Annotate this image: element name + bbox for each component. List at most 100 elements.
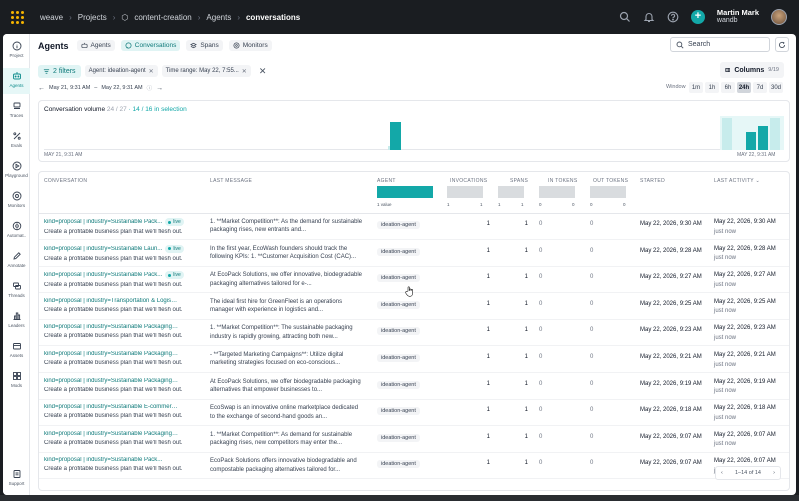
breadcrumb-agents[interactable]: Agents bbox=[206, 13, 231, 22]
tab-conversations[interactable]: Conversations bbox=[120, 40, 181, 51]
breadcrumb-project[interactable]: content-creation bbox=[134, 13, 191, 22]
agent-tag[interactable]: ideation-agent bbox=[377, 221, 420, 229]
agent-tag[interactable]: ideation-agent bbox=[377, 354, 420, 362]
col-last-message[interactable]: LAST MESSAGE bbox=[210, 178, 252, 184]
conversation-link[interactable]: kind=proposal | industry=Sustainable Pac… bbox=[44, 351, 178, 357]
agent-tag[interactable]: ideation-agent bbox=[377, 300, 420, 309]
chevron-left-icon[interactable]: ‹ bbox=[721, 470, 723, 476]
user-menu[interactable]: Martin Mark wandb bbox=[717, 8, 759, 26]
conversation-link[interactable]: kind=proposal | industry=Sustainable Pac… bbox=[44, 272, 162, 278]
agent-facet-bar[interactable] bbox=[377, 186, 433, 198]
filter-chip-time-range[interactable]: Time range: May 22, 7:55... ✕ bbox=[161, 65, 251, 77]
window-1m-button[interactable]: 1m bbox=[689, 82, 703, 93]
table-row[interactable]: kind=proposal | industry=Sustainable Pac… bbox=[39, 427, 789, 453]
sidebar-item-monitors[interactable]: Monitors bbox=[3, 188, 30, 214]
conversation-link[interactable]: kind=proposal | industry=Transportation … bbox=[44, 298, 178, 304]
range-start[interactable]: May 21, 9:31 AM bbox=[49, 85, 90, 91]
out-tokens-facet-bar[interactable] bbox=[590, 186, 626, 198]
sidebar-item-automations[interactable]: Automat.. bbox=[3, 218, 30, 244]
sidebar-item-traces[interactable]: Traces bbox=[3, 98, 30, 124]
sidebar-item-annotate[interactable]: Annotate bbox=[3, 248, 30, 274]
filters-button[interactable]: 2 filters bbox=[38, 64, 81, 78]
sidebar-item-threads[interactable]: Threads bbox=[3, 278, 30, 304]
sidebar-item-agents[interactable]: Agents bbox=[3, 68, 30, 94]
agent-tag[interactable]: ideation-agent bbox=[377, 327, 420, 336]
tab-agents[interactable]: Agents bbox=[76, 40, 115, 51]
table-row[interactable]: kind=proposal | industry=Sustainable Pac… bbox=[39, 453, 789, 480]
window-1h-button[interactable]: 1h bbox=[705, 82, 719, 93]
conversation-link[interactable]: kind=proposal | industry=Sustainable E-c… bbox=[44, 404, 178, 410]
help-icon[interactable] bbox=[667, 11, 679, 23]
bell-icon[interactable] bbox=[643, 11, 655, 23]
search-input[interactable]: Search bbox=[670, 37, 770, 52]
search-icon[interactable] bbox=[619, 11, 631, 23]
columns-button[interactable]: Columns 9/19 bbox=[720, 62, 784, 78]
col-spans[interactable]: SPANS bbox=[510, 178, 528, 184]
col-last-activity[interactable]: LAST ACTIVITY ⌄ bbox=[714, 178, 760, 184]
conversation-link[interactable]: kind=proposal | industry=Sustainable Pac… bbox=[44, 324, 178, 330]
table-row[interactable]: kind=proposal | industry=Sustainable E-c… bbox=[39, 400, 789, 427]
table-row[interactable]: kind=proposal | industry=Sustainable Pac… bbox=[39, 347, 789, 373]
table-row[interactable]: kind=proposal | industry=Transportation … bbox=[39, 294, 789, 320]
col-out-tokens[interactable]: OUT TOKENS bbox=[593, 178, 628, 184]
conversation-link[interactable]: kind=proposal | industry=Sustainable Pac… bbox=[44, 219, 162, 225]
create-button[interactable]: + bbox=[690, 9, 705, 24]
weave-logo[interactable] bbox=[0, 0, 34, 34]
close-icon[interactable]: ✕ bbox=[242, 68, 247, 75]
agent-tag[interactable]: ideation-agent bbox=[377, 460, 420, 469]
last-activity-cell: May 22, 2026, 9:25 AM just now bbox=[714, 298, 776, 317]
breadcrumb-projects[interactable]: Projects bbox=[78, 13, 107, 22]
clear-filters-icon[interactable]: ✕ bbox=[259, 66, 267, 77]
tab-spans[interactable]: Spans bbox=[186, 40, 223, 51]
agent-tag[interactable]: ideation-agent bbox=[377, 433, 420, 442]
agent-tag[interactable]: ideation-agent bbox=[377, 380, 420, 389]
agent-tag[interactable]: ideation-agent bbox=[377, 274, 420, 283]
sidebar-item-project[interactable]: Project bbox=[3, 38, 30, 64]
chevron-right-icon[interactable]: › bbox=[773, 470, 775, 476]
breadcrumb-workspace[interactable]: weave bbox=[40, 13, 63, 22]
conversation-link[interactable]: kind=proposal | industry=Sustainable Pac… bbox=[44, 457, 162, 463]
sidebar-item-support[interactable]: Support bbox=[3, 466, 30, 492]
conversation-link[interactable]: kind=proposal | industry=Sustainable Pac… bbox=[44, 378, 178, 384]
out-tokens-cell: 0 bbox=[590, 221, 594, 227]
window-24h-button[interactable]: 24h bbox=[737, 82, 751, 93]
filter-chip-agent[interactable]: Agent: ideation-agent ✕ bbox=[84, 65, 158, 77]
invocations-facet-bar[interactable] bbox=[447, 186, 483, 198]
range-end[interactable]: May 22, 9:31 AM bbox=[101, 85, 142, 91]
col-invocations[interactable]: INVOCATIONS bbox=[450, 178, 487, 184]
sidebar-item-evals[interactable]: Evals bbox=[3, 128, 30, 154]
refresh-button[interactable] bbox=[775, 37, 789, 52]
arrow-left-icon[interactable]: ← bbox=[38, 85, 45, 92]
conversation-link[interactable]: kind=proposal | industry=Sustainable Lau… bbox=[44, 246, 162, 252]
table-row[interactable]: kind=proposal | industry=Sustainable Lau… bbox=[39, 241, 789, 267]
conversation-link[interactable]: kind=proposal | industry=Sustainable Pac… bbox=[44, 431, 178, 437]
arrow-right-icon[interactable]: → bbox=[156, 85, 163, 92]
table-row[interactable]: kind=proposal | industry=Sustainable Pac… bbox=[39, 320, 789, 347]
sidebar-item-mods[interactable]: Mods bbox=[3, 368, 30, 394]
table-row[interactable]: kind=proposal | industry=Sustainable Pac… bbox=[39, 267, 789, 294]
spans-facet-bar[interactable] bbox=[498, 186, 524, 198]
volume-histogram[interactable] bbox=[44, 116, 784, 150]
col-started[interactable]: STARTED bbox=[640, 178, 665, 184]
col-conversation[interactable]: CONVERSATION bbox=[44, 178, 87, 184]
avatar[interactable] bbox=[771, 8, 787, 25]
agent-tag[interactable]: ideation-agent bbox=[377, 407, 420, 416]
tab-monitors[interactable]: Monitors bbox=[228, 40, 272, 51]
chevron-down-icon: ⌄ bbox=[755, 178, 761, 184]
sidebar-item-assets[interactable]: Assets bbox=[3, 338, 30, 364]
col-in-tokens[interactable]: IN TOKENS bbox=[548, 178, 577, 184]
in-tokens-facet-bar[interactable] bbox=[539, 186, 575, 198]
table-row[interactable]: kind=proposal | industry=Sustainable Pac… bbox=[39, 374, 789, 400]
table-row[interactable]: kind=proposal | industry=Sustainable Pac… bbox=[39, 214, 789, 240]
close-icon[interactable]: ✕ bbox=[149, 68, 154, 75]
window-7d-button[interactable]: 7d bbox=[753, 82, 767, 93]
window-6h-button[interactable]: 6h bbox=[721, 82, 735, 93]
out-tokens-cell: 0 bbox=[590, 354, 594, 360]
col-agent[interactable]: AGENT bbox=[377, 178, 396, 184]
sidebar: Project Agents Traces Evals Playground M… bbox=[3, 34, 30, 495]
sidebar-item-playground[interactable]: Playground bbox=[3, 158, 30, 184]
window-30d-button[interactable]: 30d bbox=[769, 82, 783, 93]
sidebar-item-label: Assets bbox=[9, 353, 24, 358]
agent-tag[interactable]: ideation-agent bbox=[377, 247, 420, 256]
sidebar-item-leaders[interactable]: Leaders bbox=[3, 308, 30, 334]
